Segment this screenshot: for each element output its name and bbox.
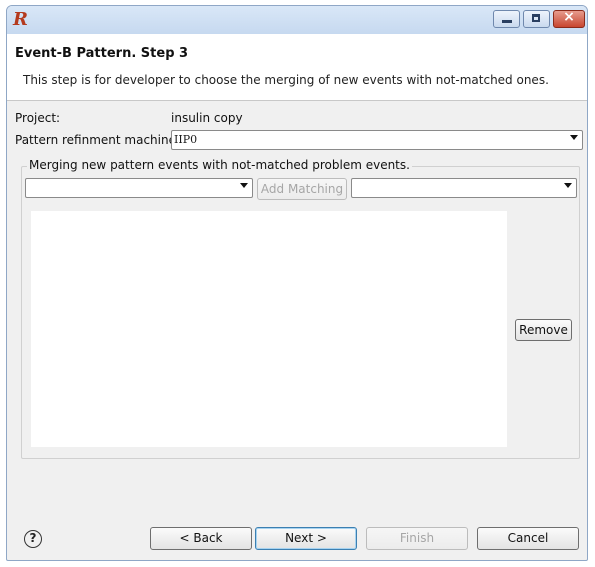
- page-title: Event-B Pattern. Step 3: [15, 46, 189, 61]
- minimize-button[interactable]: [493, 10, 520, 28]
- back-button[interactable]: < Back: [150, 527, 252, 550]
- maximize-icon: [532, 14, 540, 22]
- close-icon: ×: [563, 9, 575, 25]
- matching-list[interactable]: [31, 211, 507, 447]
- chevron-down-icon: [240, 183, 248, 188]
- wizard-header: Event-B Pattern. Step 3 This step is for…: [7, 34, 587, 101]
- remove-button[interactable]: Remove: [515, 319, 572, 341]
- close-button[interactable]: ×: [553, 9, 585, 28]
- chevron-down-icon: [570, 135, 578, 140]
- title-bar[interactable]: R ×: [7, 6, 587, 35]
- finish-button[interactable]: Finish: [366, 527, 468, 550]
- cancel-button[interactable]: Cancel: [477, 527, 579, 550]
- merge-group-title: Merging new pattern events with not-matc…: [27, 158, 412, 172]
- page-description: This step is for developer to choose the…: [23, 73, 549, 87]
- r-logo-icon: R: [13, 9, 28, 30]
- help-icon[interactable]: ?: [24, 530, 42, 548]
- machine-select[interactable]: IIP0: [171, 130, 583, 150]
- chevron-down-icon: [564, 183, 572, 188]
- machine-label: Pattern refinment machine: [15, 133, 176, 147]
- machine-select-value: IIP0: [174, 133, 198, 146]
- wizard-window: R × Event-B Pattern. Step 3 This step is…: [6, 5, 588, 561]
- add-matching-button[interactable]: Add Matching: [257, 178, 347, 200]
- project-label: Project:: [15, 111, 61, 125]
- minimize-icon: [502, 20, 512, 23]
- new-event-select[interactable]: [25, 178, 253, 198]
- project-value: insulin copy: [171, 111, 243, 125]
- problem-event-select[interactable]: [351, 178, 577, 198]
- next-button[interactable]: Next >: [255, 527, 357, 550]
- maximize-button[interactable]: [523, 10, 550, 28]
